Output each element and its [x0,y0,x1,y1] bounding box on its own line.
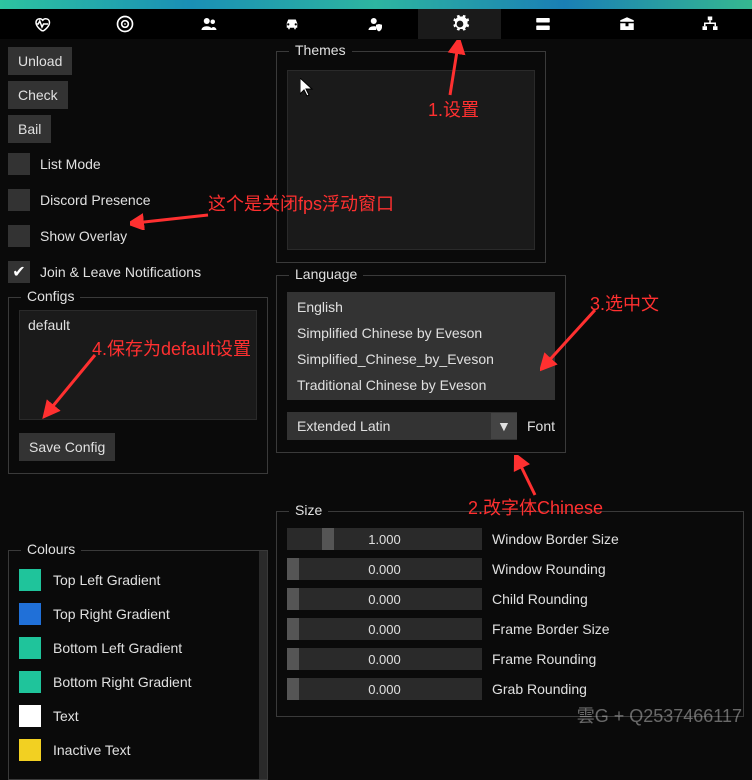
join-leave-checkbox[interactable] [8,261,30,283]
colour-row: Text [19,699,255,733]
language-list: EnglishSimplified Chinese by EvesonSimpl… [287,292,555,400]
size-slider[interactable]: 0.000 [287,558,482,580]
language-item[interactable]: Traditional Chinese by Eveson [287,372,555,398]
size-label: Child Rounding [492,591,733,607]
size-slider[interactable]: 0.000 [287,648,482,670]
join-leave-label: Join & Leave Notifications [40,264,201,280]
tab-settings[interactable] [418,9,502,39]
size-label: Frame Rounding [492,651,733,667]
size-slider[interactable]: 0.000 [287,678,482,700]
size-slider[interactable]: 1.000 [287,528,482,550]
tab-target[interactable] [84,9,168,39]
language-fieldset: Language EnglishSimplified Chinese by Ev… [276,275,566,453]
colour-row: Top Right Gradient [19,597,255,631]
save-config-button[interactable]: Save Config [19,433,115,461]
discord-checkbox[interactable] [8,189,30,211]
list-mode-checkbox[interactable] [8,153,30,175]
tab-server[interactable] [501,9,585,39]
tab-user-shield[interactable] [334,9,418,39]
font-dropdown-icon[interactable]: ▼ [491,413,517,439]
size-slider[interactable]: 0.000 [287,588,482,610]
colours-scrollbar[interactable] [259,551,267,779]
tab-network[interactable] [669,9,752,39]
colour-swatch[interactable] [19,739,41,761]
bail-button[interactable]: Bail [8,115,51,143]
check-button[interactable]: Check [8,81,68,109]
slider-value: 0.000 [368,622,401,637]
size-row: 0.000 Frame Border Size [287,614,733,644]
language-label: Language [289,266,363,282]
colour-swatch[interactable] [19,569,41,591]
colour-label: Inactive Text [53,742,131,758]
colour-swatch[interactable] [19,603,41,625]
size-row: 0.000 Grab Rounding [287,674,733,704]
tab-health[interactable] [0,9,84,39]
colour-swatch[interactable] [19,705,41,727]
colour-row: Top Left Gradient [19,563,255,597]
font-label: Font [527,418,555,434]
colour-label: Top Right Gradient [53,606,170,622]
colour-label: Bottom Right Gradient [53,674,192,690]
size-label: Frame Border Size [492,621,733,637]
tab-bar [0,9,752,39]
size-row: 0.000 Frame Rounding [287,644,733,674]
colour-row: Bottom Right Gradient [19,665,255,699]
colour-label: Top Left Gradient [53,572,160,588]
tab-people[interactable] [167,9,251,39]
size-row: 0.000 Child Rounding [287,584,733,614]
discord-label: Discord Presence [40,192,151,208]
configs-fieldset: Configs Save Config [8,297,268,474]
language-item[interactable]: English [287,294,555,320]
colour-label: Bottom Left Gradient [53,640,182,656]
size-row: 0.000 Window Rounding [287,554,733,584]
language-item[interactable]: Simplified Chinese by Eveson [287,320,555,346]
themes-label: Themes [289,42,352,58]
overlay-checkbox[interactable] [8,225,30,247]
watermark: 雲G + Q2537466117 [577,702,742,728]
colour-swatch[interactable] [19,671,41,693]
size-row: 1.000 Window Border Size [287,524,733,554]
tab-box[interactable] [585,9,669,39]
config-name-input[interactable] [19,310,257,420]
size-label: Window Border Size [492,531,733,547]
configs-label: Configs [21,288,80,304]
tab-vehicle[interactable] [251,9,335,39]
font-select[interactable]: Extended Latin ▼ [287,412,517,440]
size-label: Grab Rounding [492,681,733,697]
slider-value: 0.000 [368,562,401,577]
size-label: Window Rounding [492,561,733,577]
themes-fieldset: Themes [276,51,546,263]
slider-value: 0.000 [368,682,401,697]
gradient-strip [0,0,752,9]
size-fieldset: Size 1.000Window Border Size0.000Window … [276,511,744,717]
size-slider[interactable]: 0.000 [287,618,482,640]
unload-button[interactable]: Unload [8,47,72,75]
list-mode-label: List Mode [40,156,101,172]
font-select-value: Extended Latin [297,418,390,434]
colours-label: Colours [21,541,81,557]
themes-list[interactable] [287,70,535,250]
slider-value: 0.000 [368,592,401,607]
slider-value: 0.000 [368,652,401,667]
colour-label: Text [53,708,79,724]
colours-fieldset: Colours Top Left GradientTop Right Gradi… [8,550,268,780]
colour-row: Bottom Left Gradient [19,631,255,665]
colour-swatch[interactable] [19,637,41,659]
size-label: Size [289,502,328,518]
colour-row: Inactive Text [19,733,255,767]
slider-value: 1.000 [368,532,401,547]
language-item[interactable]: Simplified_Chinese_by_Eveson [287,346,555,372]
overlay-label: Show Overlay [40,228,127,244]
